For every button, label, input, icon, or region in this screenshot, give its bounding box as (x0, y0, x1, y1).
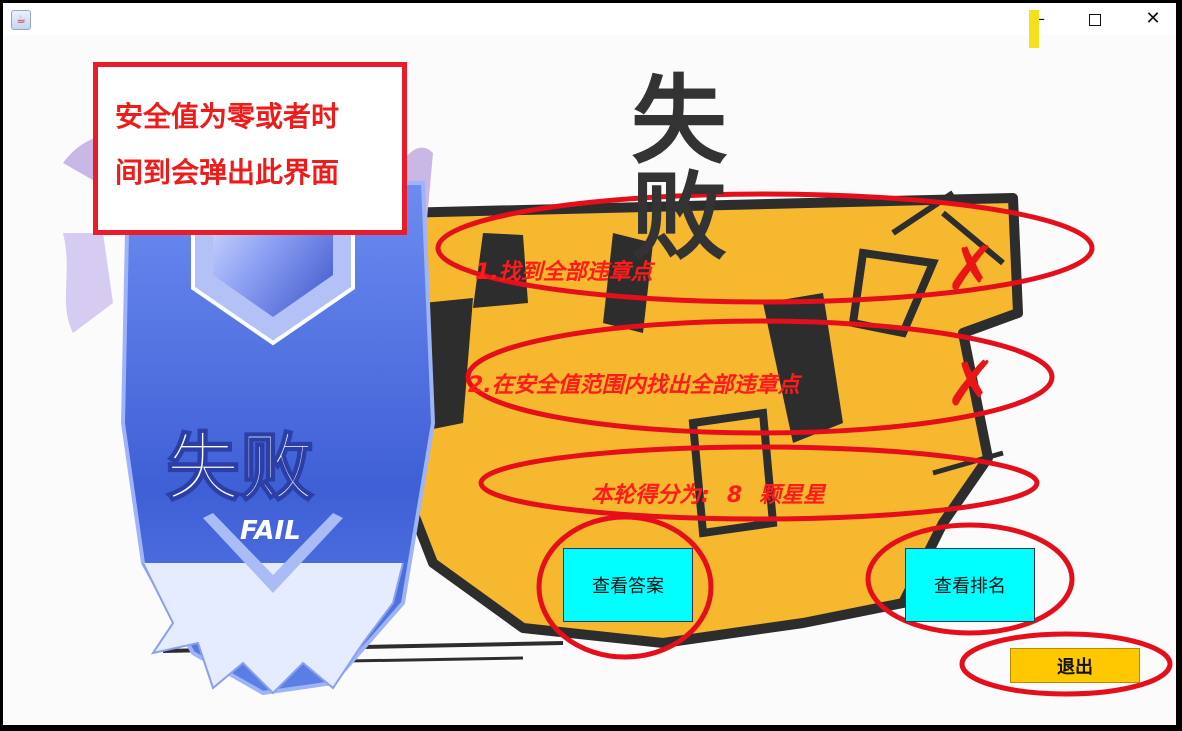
badge-fail-text: 失败 (166, 425, 314, 511)
score-value: 8 (726, 483, 743, 508)
window-client-area: 失败 FAIL ☕ — ✕ 失 败 安全值为零或者时 间到会弹出此界 (3, 3, 1176, 725)
score-prefix: 本轮得分为: (591, 483, 710, 508)
exit-button[interactable]: 退出 (1010, 648, 1140, 683)
score-row: 本轮得分为: 8 颗星星 (591, 477, 825, 509)
score-suffix: 颗星星 (759, 483, 826, 508)
game-result-window: 失败 FAIL ☕ — ✕ 失 败 安全值为零或者时 间到会弹出此界 (0, 0, 1182, 731)
maximize-button[interactable] (1072, 3, 1118, 35)
yellow-marker (1029, 10, 1039, 48)
view-answer-button[interactable]: 查看答案 (563, 548, 693, 622)
close-button[interactable]: ✕ (1130, 3, 1176, 35)
java-cup-icon: ☕ (11, 10, 31, 30)
badge-fail-subtext: FAIL (240, 516, 301, 546)
annotation-line-1: 安全值为零或者时 (115, 100, 340, 133)
failure-title: 失 败 (631, 65, 763, 273)
view-ranking-button[interactable]: 查看排名 (905, 548, 1035, 622)
condition-2-fail-icon: ✗ (945, 347, 997, 420)
condition-2-text: 2.在安全值范围内找出全部违章点 (468, 373, 800, 398)
annotation-line-2: 间到会弹出此界面 (115, 156, 340, 189)
maximize-icon (1089, 13, 1101, 26)
title-bar: ☕ — ✕ (3, 3, 1176, 35)
condition-1-fail-icon: ✗ (945, 232, 997, 305)
condition-1-text: 1.找到全部违章点 (475, 260, 653, 285)
annotation-note-box: 安全值为零或者时 间到会弹出此界面 (93, 62, 407, 235)
